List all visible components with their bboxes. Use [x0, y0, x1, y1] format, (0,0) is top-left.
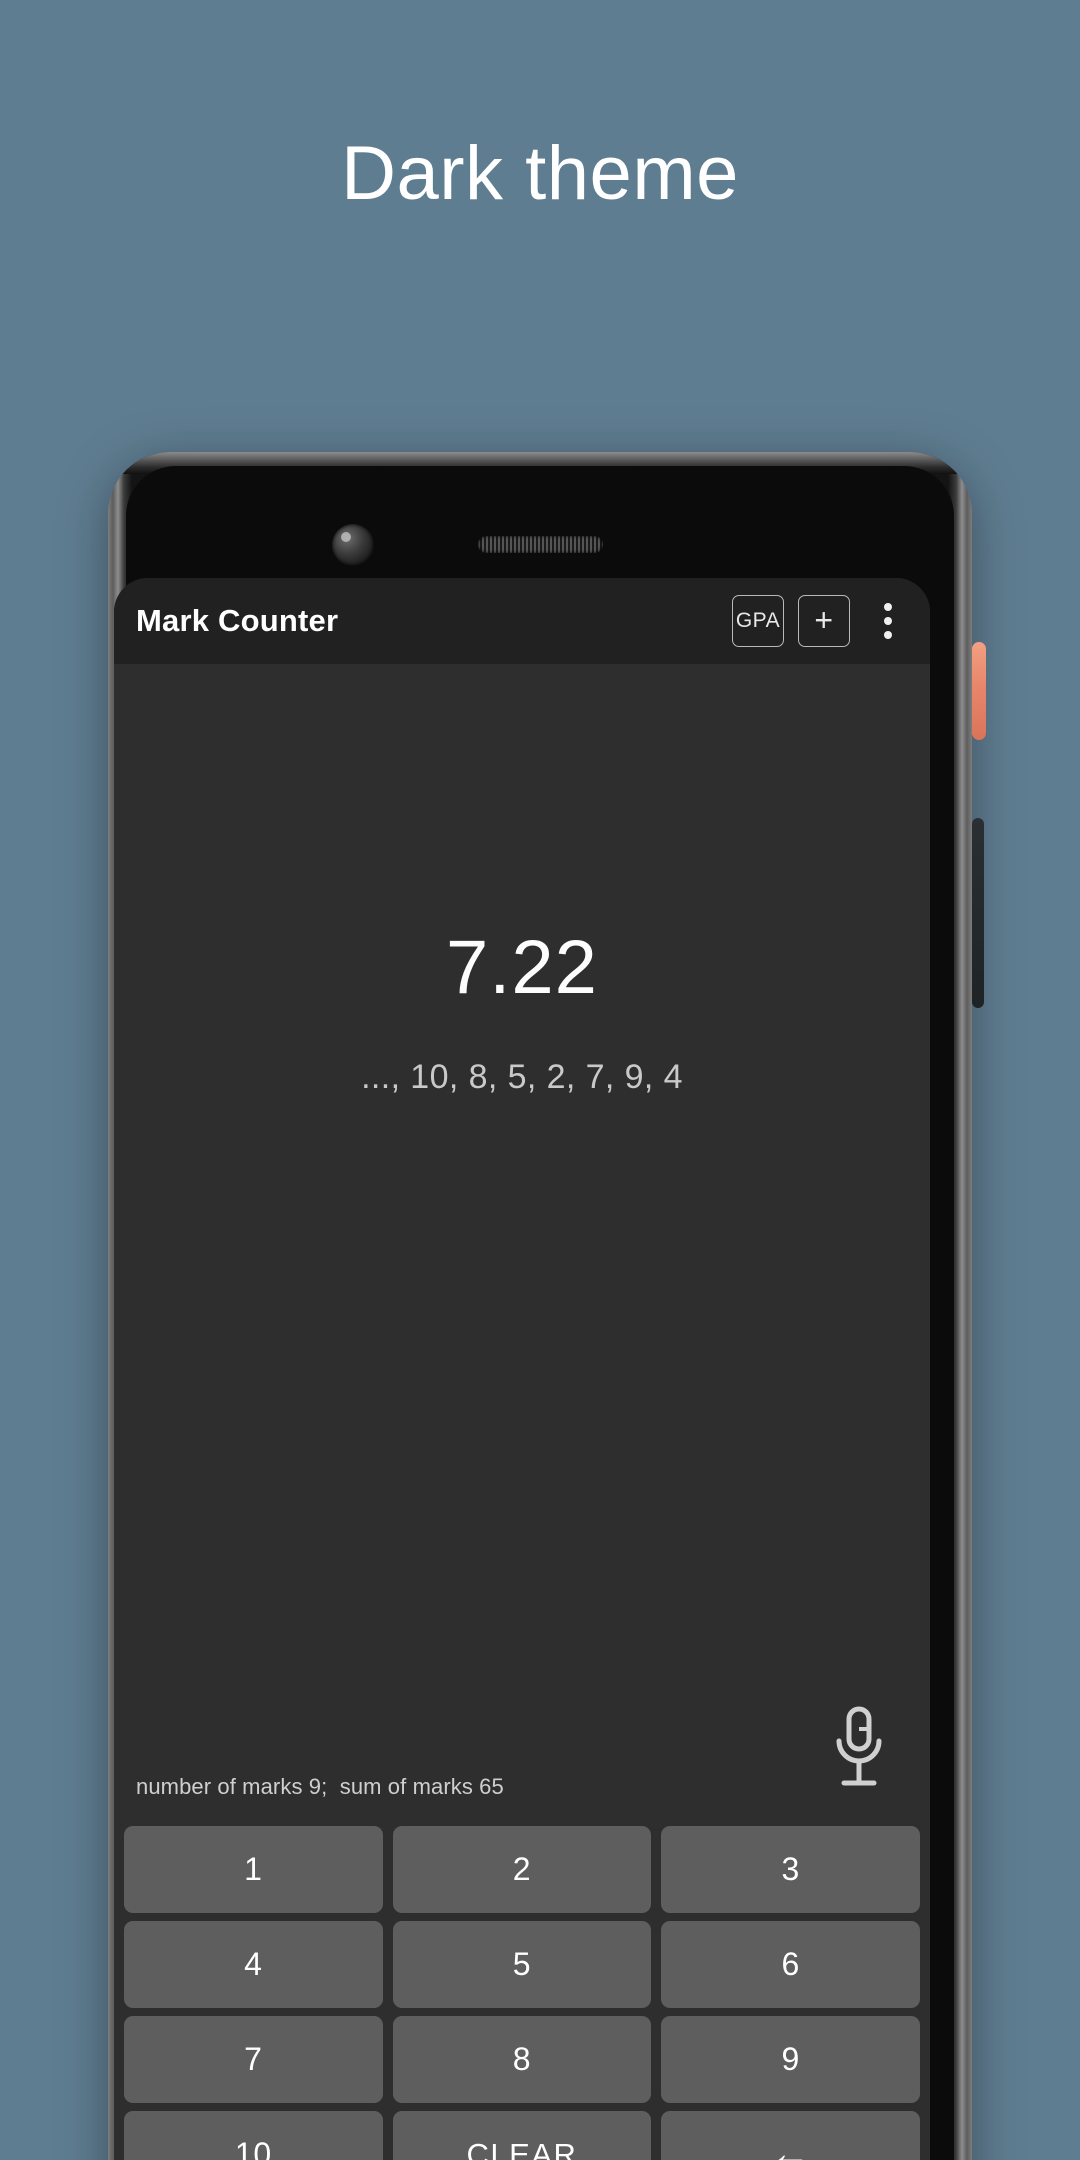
earpiece-speaker-icon — [478, 536, 603, 553]
average-value: 7.22 — [446, 925, 598, 1010]
key-2[interactable]: 2 — [392, 1826, 652, 1913]
key-5[interactable]: 5 — [392, 1921, 652, 2008]
volume-rocker-button[interactable] — [972, 818, 984, 1008]
page-title: Mark Counter — [136, 603, 339, 638]
marks-list: ..., 10, 8, 5, 2, 7, 9, 4 — [361, 1058, 683, 1096]
microphone-icon — [836, 1706, 882, 1786]
phone-device: Mark Counter GPA + 7.22 ..., 10, 8, 5, 2… — [108, 452, 972, 2160]
key-backspace[interactable]: ← — [661, 2111, 920, 2160]
app-bar: Mark Counter GPA + — [114, 578, 930, 664]
key-clear[interactable]: CLEAR — [392, 2111, 652, 2160]
key-7[interactable]: 7 — [124, 2016, 383, 2103]
dot — [884, 603, 892, 611]
key-3[interactable]: 3 — [661, 1826, 920, 1913]
front-camera-icon — [332, 524, 374, 566]
microphone-button[interactable] — [826, 1702, 892, 1794]
promo-headline: Dark theme — [341, 131, 739, 216]
key-8[interactable]: 8 — [392, 2016, 652, 2103]
phone-screen: Mark Counter GPA + 7.22 ..., 10, 8, 5, 2… — [114, 578, 930, 2160]
add-mark-button[interactable]: + — [798, 595, 850, 647]
display-panel: 7.22 ..., 10, 8, 5, 2, 7, 9, 4 number of… — [114, 664, 930, 1820]
key-4[interactable]: 4 — [124, 1921, 383, 2008]
device-sensor-row — [126, 466, 954, 592]
key-10[interactable]: 10 — [124, 2111, 383, 2160]
dot — [884, 617, 892, 625]
keypad: 1 2 3 4 5 6 7 8 9 10 CLEAR ← — [114, 1820, 930, 2160]
key-1[interactable]: 1 — [124, 1826, 383, 1913]
power-button[interactable] — [972, 642, 986, 740]
gpa-button[interactable]: GPA — [732, 595, 784, 647]
dot — [884, 631, 892, 639]
stats-line: number of marks 9; sum of marks 65 — [136, 1774, 504, 1799]
key-6[interactable]: 6 — [661, 1921, 920, 2008]
key-9[interactable]: 9 — [661, 2016, 920, 2103]
more-vertical-icon[interactable] — [862, 593, 914, 649]
